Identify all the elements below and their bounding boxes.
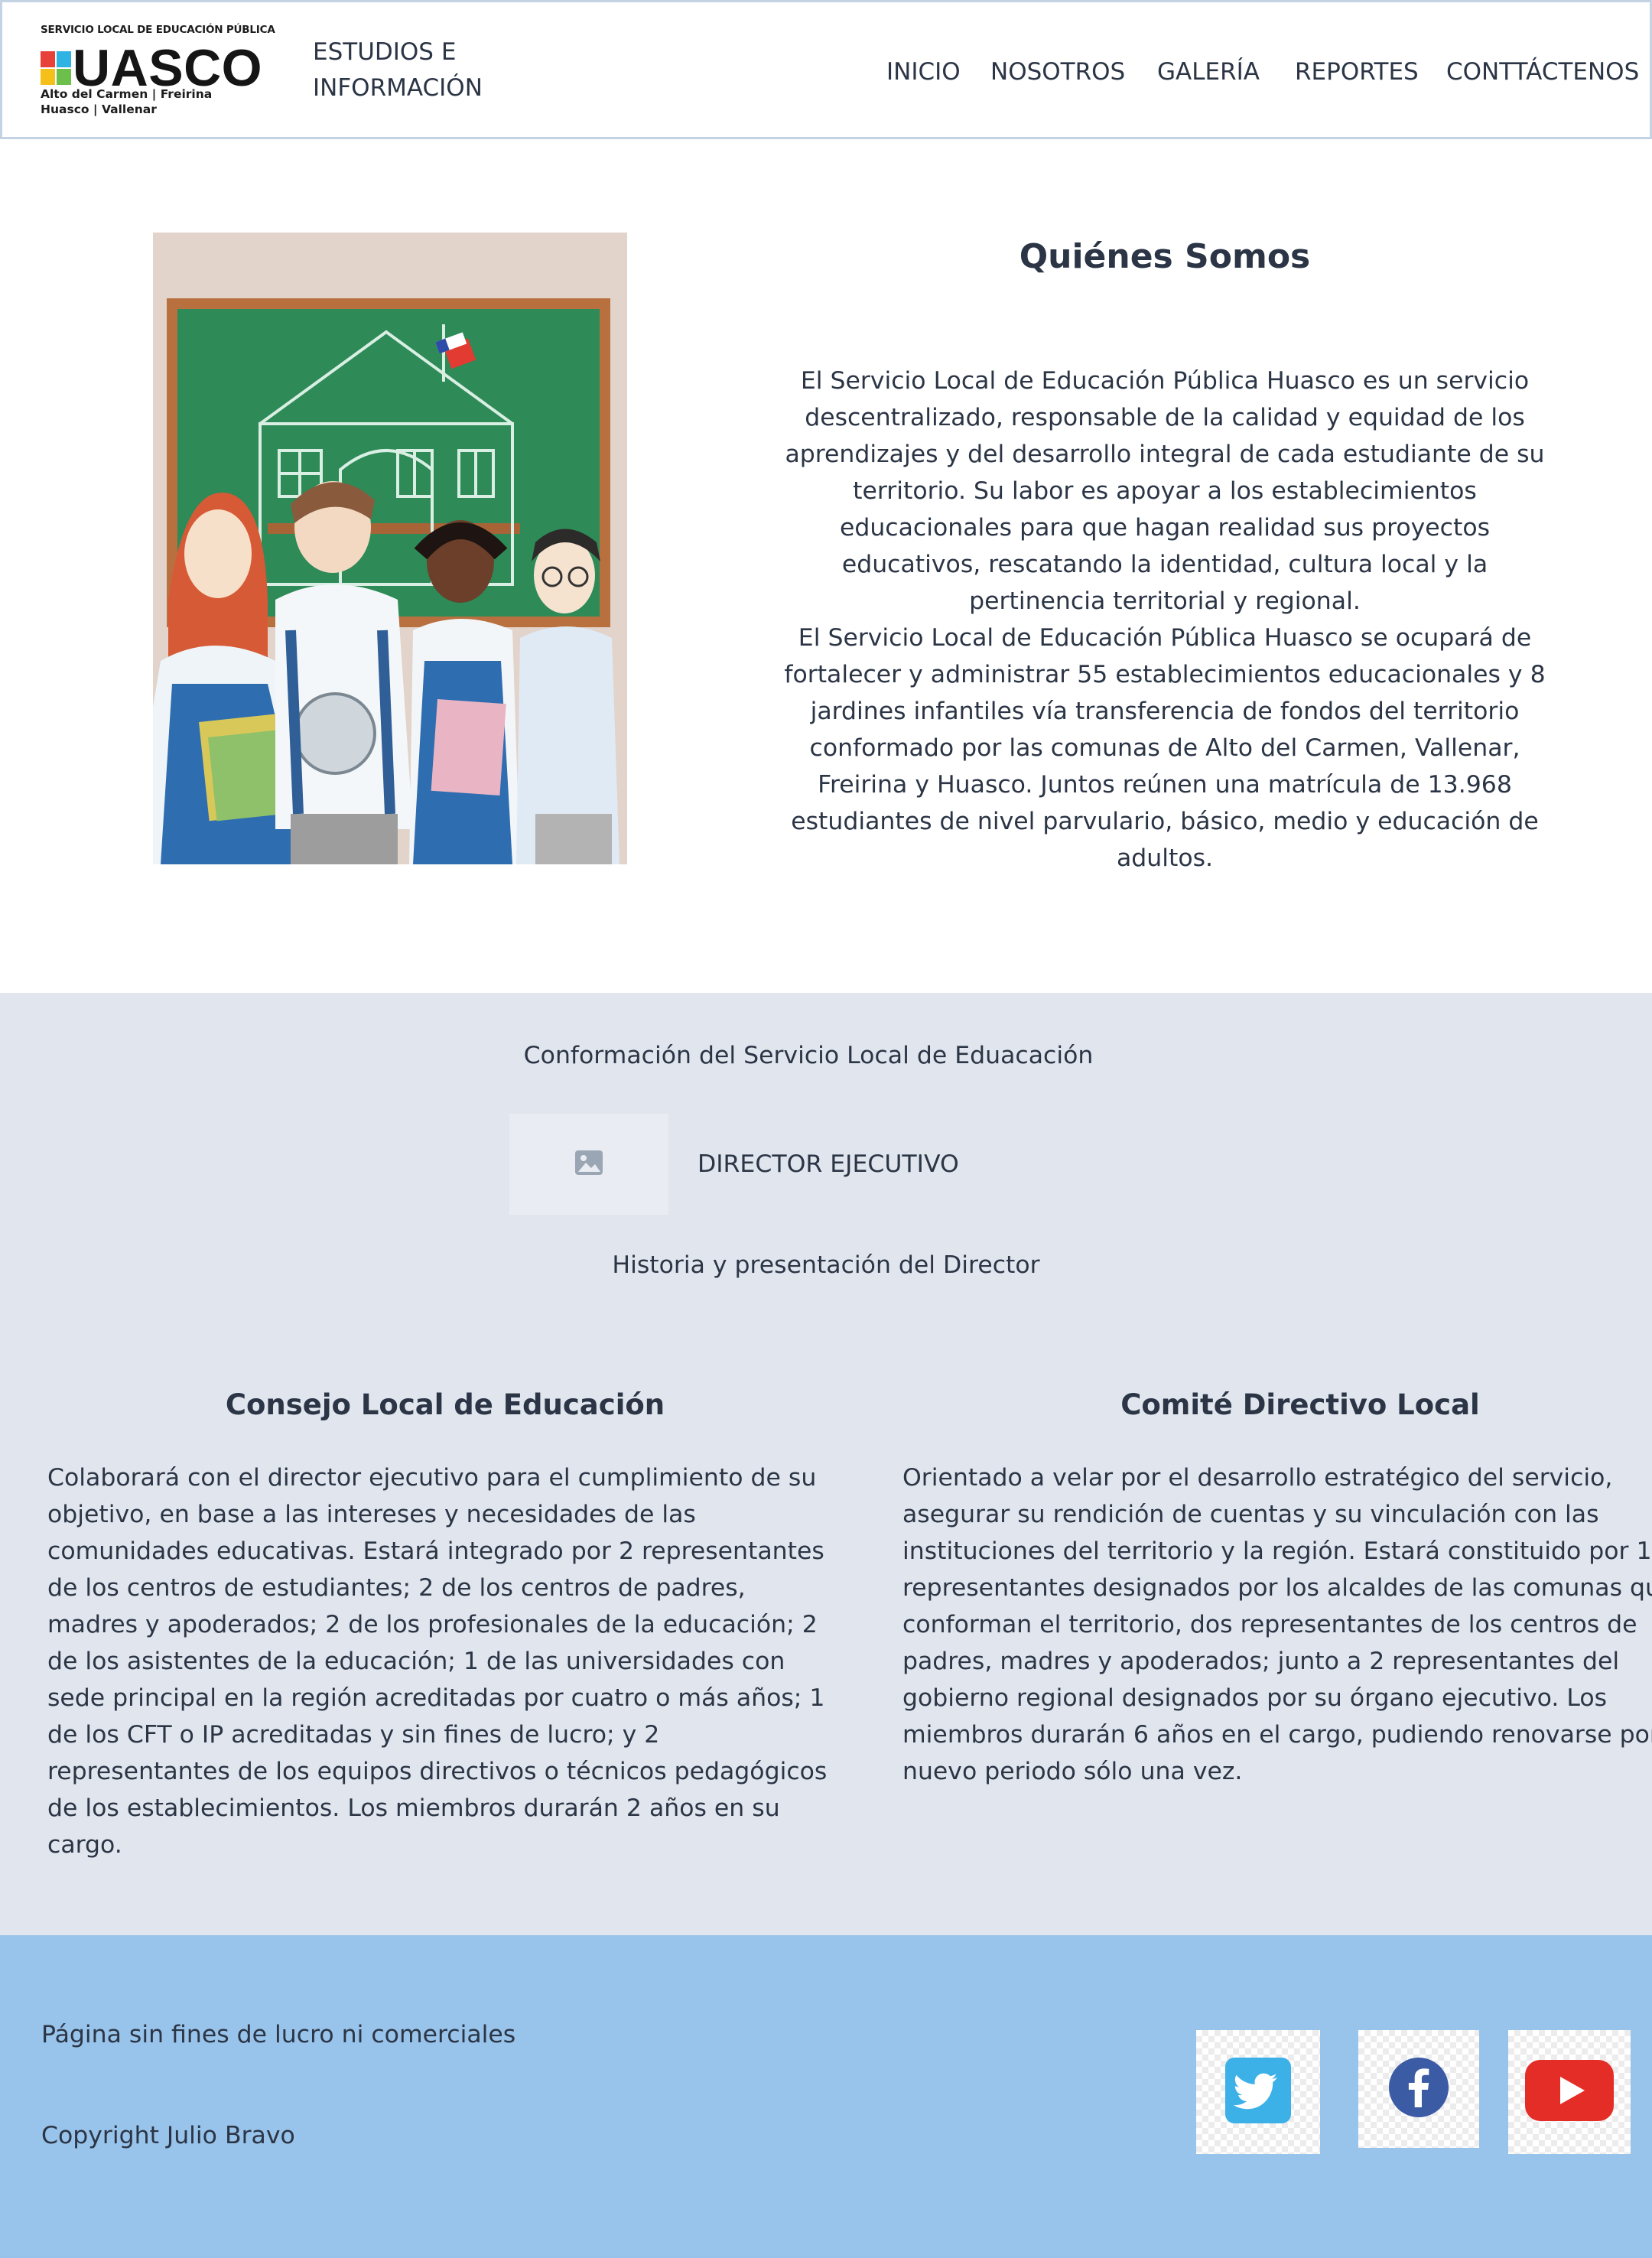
site-header: SERVICIO LOCAL DE EDUCACIÓN PÚBLICA UASC… — [0, 0, 1652, 139]
nav-item-inicio[interactable]: INICIO — [886, 54, 961, 89]
youtube-icon — [1524, 2058, 1615, 2126]
nav-item-nosotros[interactable]: NOSOTROS — [990, 54, 1125, 89]
youtube-link[interactable] — [1508, 2030, 1631, 2154]
image-placeholder-icon — [574, 1147, 604, 1181]
organization-section: Conformación del Servicio Local de Eduac… — [0, 993, 1652, 1935]
facebook-link[interactable] — [1358, 2030, 1479, 2148]
consejo-body: Colaborará con el director ejecutivo par… — [47, 1464, 828, 1859]
organization-heading: Conformación del Servicio Local de Eduac… — [523, 1042, 1094, 1069]
footer-note: Página sin fines de lucro ni comerciales — [41, 2021, 516, 2048]
facebook-icon — [1388, 2057, 1449, 2121]
site-footer: Página sin fines de lucro ni comerciales… — [0, 1935, 1652, 2258]
director-photo-placeholder[interactable] — [509, 1114, 668, 1215]
nav-item-contactenos[interactable]: CONTTÁCTENOS — [1446, 54, 1639, 89]
nav-item-galeria[interactable]: GALERÍA — [1157, 54, 1260, 89]
comite-title: Comité Directivo Local — [1120, 1388, 1480, 1421]
students-illustration — [153, 233, 627, 864]
consejo-title: Consejo Local de Educación — [225, 1388, 665, 1421]
footer-copyright: Copyright Julio Bravo — [41, 2122, 295, 2149]
about-paragraph: El Servicio Local de Educación Pública H… — [785, 367, 1545, 615]
director-label: DIRECTOR EJECUTIVO — [698, 1150, 959, 1178]
twitter-icon — [1225, 2058, 1291, 2126]
about-paragraph: El Servicio Local de Educación Pública H… — [784, 624, 1546, 872]
about-body: El Servicio Local de Educación Pública H… — [776, 363, 1554, 877]
nav-item-reportes[interactable]: REPORTES — [1295, 54, 1419, 89]
about-title: Quiénes Somos — [1019, 237, 1311, 276]
twitter-link[interactable] — [1196, 2030, 1320, 2154]
comite-body: Orientado a velar por el desarrollo estr… — [902, 1464, 1652, 1785]
director-history-link[interactable]: Historia y presentación del Director — [0, 1248, 1652, 1282]
main-nav: INICIO NOSOTROS GALERÍA REPORTES CONTTÁC… — [2, 54, 1650, 93]
logo-kicker: SERVICIO LOCAL DE EDUCACIÓN PÚBLICA — [41, 24, 275, 36]
logo-places-line2: Huasco | Vallenar — [41, 102, 157, 116]
